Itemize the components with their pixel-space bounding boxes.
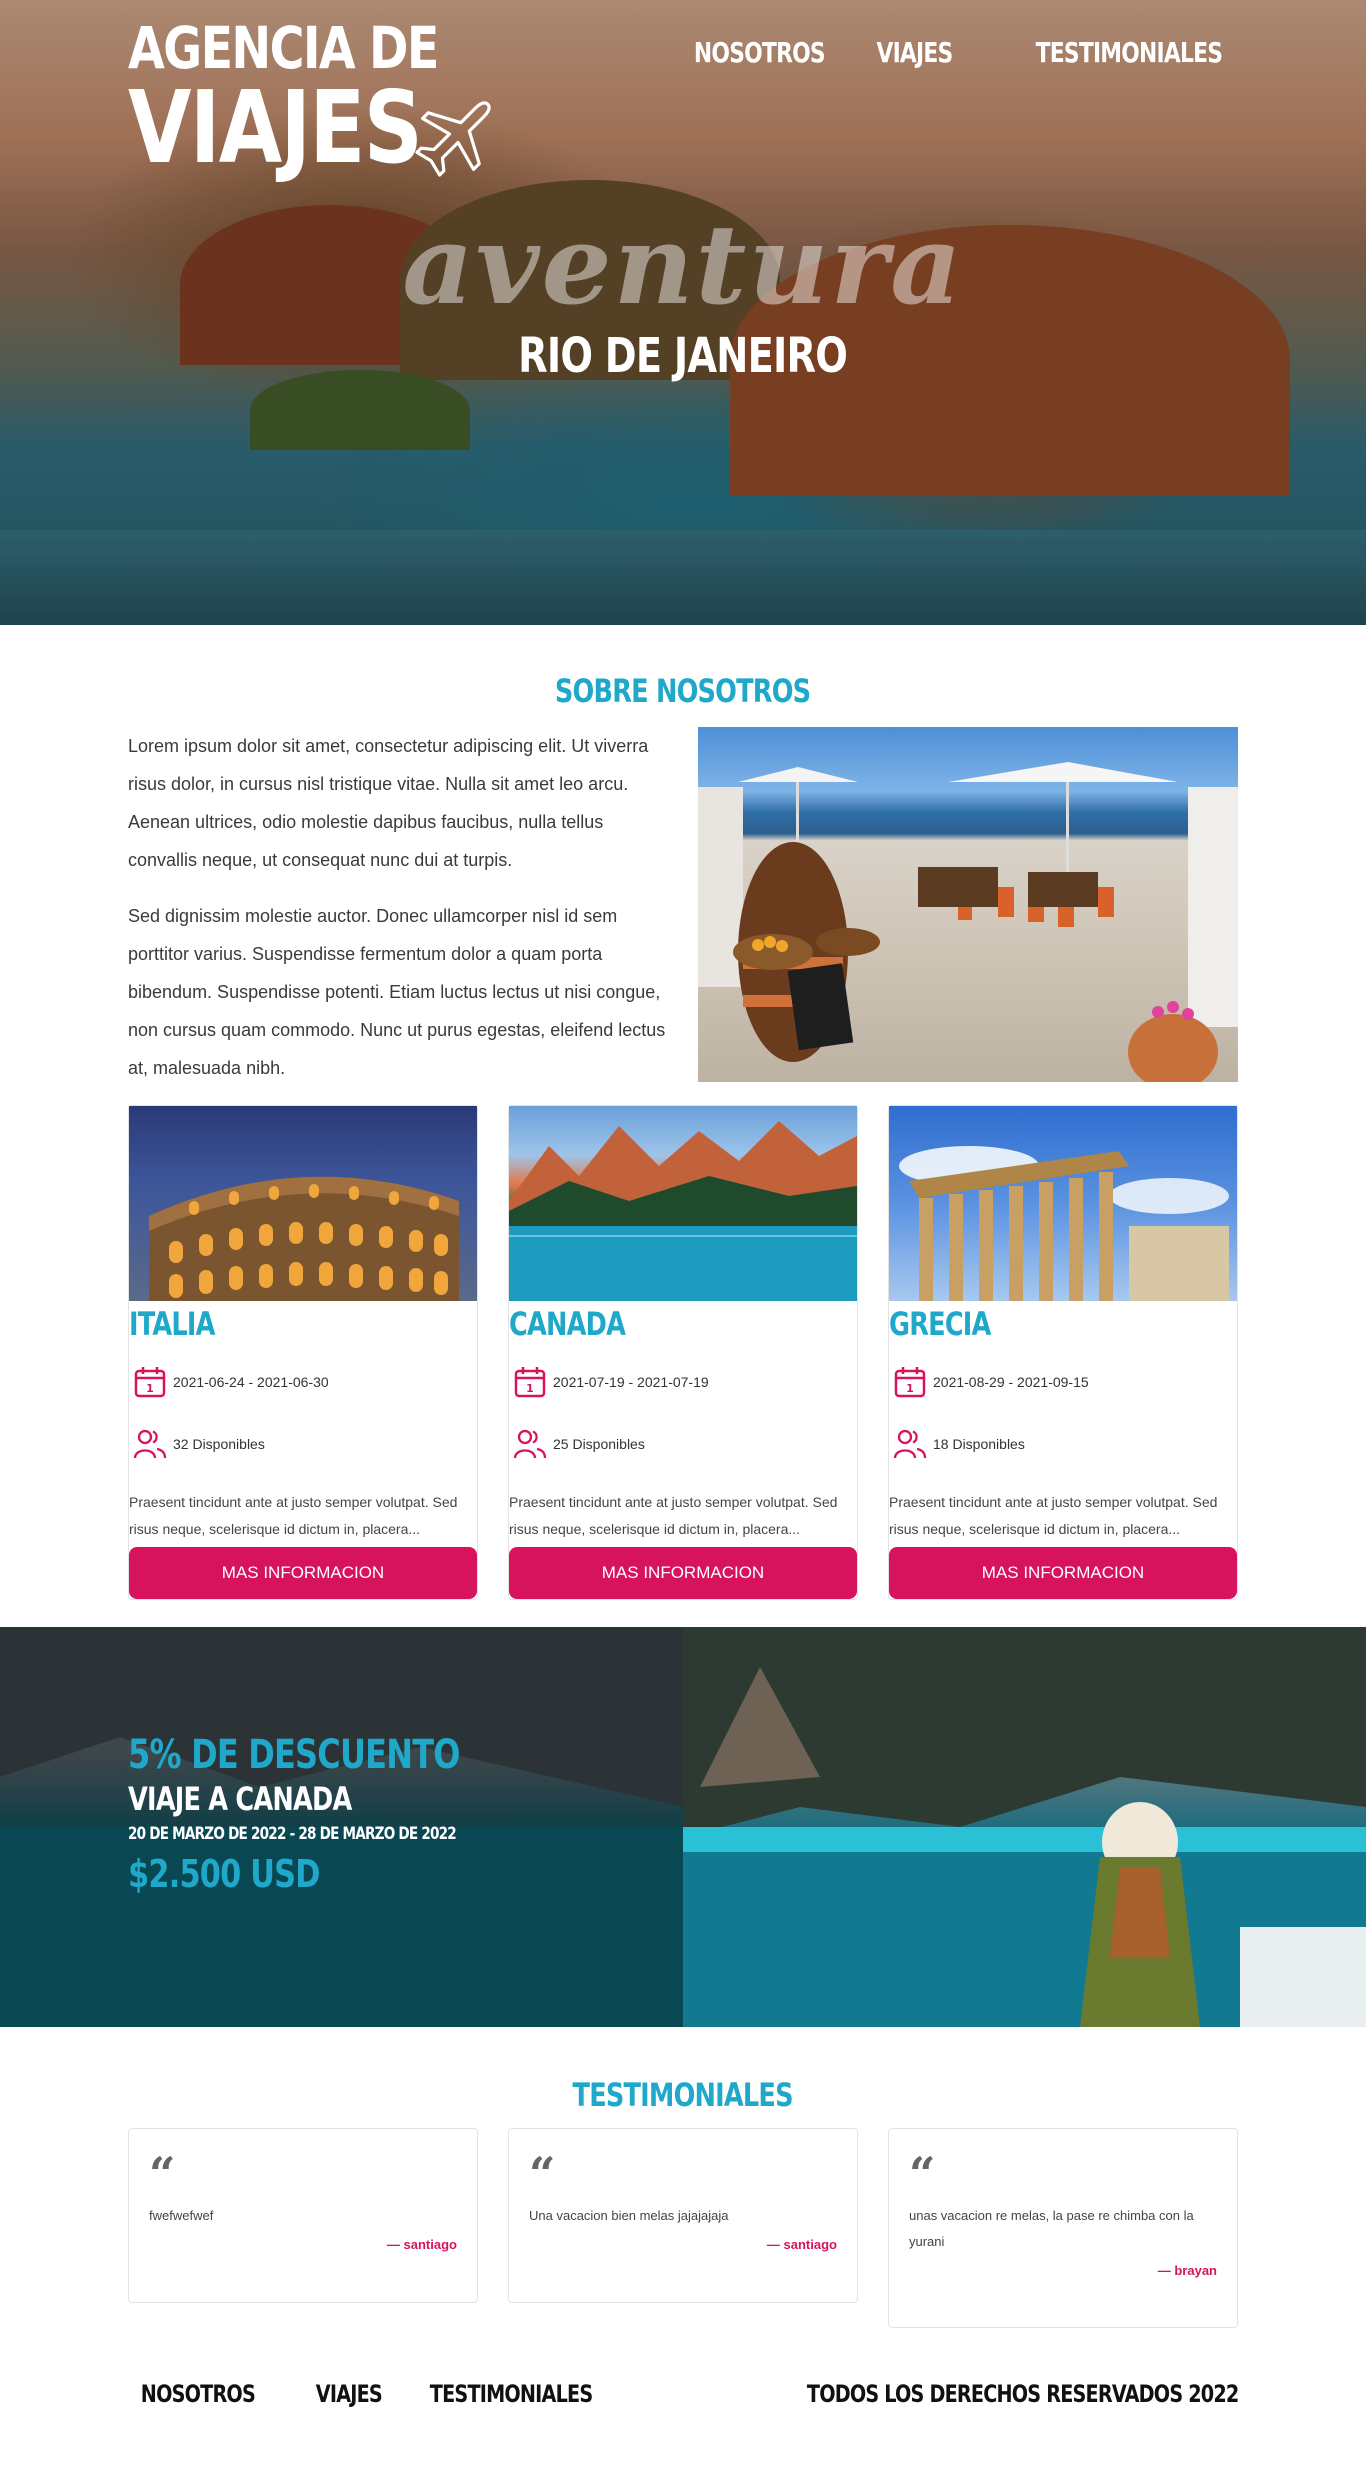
trip-cards: ITALIA 1 2021-06-24 - 2021-06-30 32 Disp… [128,1105,1238,1600]
svg-text:1: 1 [906,1382,914,1395]
trip-title-label: GRECIA [889,1305,991,1343]
footer-link-viajes[interactable]: VIAJES [303,2380,395,2408]
promo-price-label: $2.500 USD [128,1852,321,1896]
calendar-icon: 1 [514,1367,546,1398]
about-text: Lorem ipsum dolor sit amet, consectetur … [128,727,668,1087]
testimonial-author: — brayan [1157,2263,1217,2278]
hero-destination-label: RIO DE JANEIRO [518,328,848,384]
promo-dates-label: 20 DE MARZO DE 2022 - 28 DE MARZO DE 202… [128,1824,457,1844]
site-logo[interactable]: AGENCIA DE VIAJES [128,18,506,178]
trip-image-grecia [889,1106,1237,1301]
trip-availability: 32 Disponibles [129,1427,477,1461]
hero-script-text: aventura [402,200,964,329]
users-icon [893,1429,927,1459]
users-icon [133,1429,167,1459]
promo-banner: 5% DE DESCUENTO VIAJE A CANADA 20 DE MAR… [0,1627,1366,2027]
calendar-icon: 1 [134,1367,166,1398]
quote-icon: “ [529,2147,556,2201]
svg-text:1: 1 [146,1382,154,1395]
trip-availability-text: 32 Disponibles [173,1436,265,1452]
trip-title: CANADA [509,1305,857,1343]
promo-trip-label: VIAJE A CANADA [128,1780,352,1818]
lake-illustration [509,1121,857,1301]
quote-icon: “ [149,2147,176,2201]
trip-description: Praesent tincidunt ante at justo semper … [509,1494,838,1537]
trip-title-label: CANADA [509,1305,626,1343]
about-paragraph-2: Sed dignissim molestie auctor. Donec ull… [128,906,666,1078]
trip-availability: 25 Disponibles [509,1427,857,1461]
testimonial-message: unas vacacion re melas, la pase re chimb… [909,2208,1194,2249]
trip-availability-text: 18 Disponibles [933,1436,1025,1452]
trip-description: Praesent tincidunt ante at justo semper … [129,1494,458,1537]
users-icon [513,1429,547,1459]
nav-link-nosotros[interactable]: NOSOTROS [694,36,826,69]
trip-dates-text: 2021-08-29 - 2021-09-15 [933,1374,1089,1390]
testimonial-card: “ Una vacacion bien melas jajajajaja — s… [508,2128,858,2303]
airplane-icon [415,101,491,177]
testimonial-card: “ fwefwefwef — santiago [128,2128,478,2303]
testimonials-title: TESTIMONIALES [0,2076,1366,2114]
hero-header: AGENCIA DE VIAJES NOSOTROS VIAJES TESTIM… [0,0,1366,625]
hero-destination: RIO DE JANEIRO [0,328,1366,384]
quote-icon: “ [909,2147,936,2201]
testimonial-author: — santiago [766,2237,837,2252]
more-info-button[interactable]: MAS INFORMACION [129,1547,477,1599]
nav-link-viajes[interactable]: VIAJES [877,36,954,69]
trip-title: GRECIA [889,1305,1237,1343]
trip-dates-text: 2021-07-19 - 2021-07-19 [553,1374,709,1390]
parthenon-illustration [899,1146,1229,1301]
promo-text: 5% DE DESCUENTO VIAJE A CANADA 20 DE MAR… [128,1732,543,1896]
about-image [698,727,1238,1082]
colosseum-illustration [149,1176,459,1301]
promo-discount-label: 5% DE DESCUENTO [128,1732,460,1778]
more-info-button[interactable]: MAS INFORMACION [889,1547,1237,1599]
promo-dates: 20 DE MARZO DE 2022 - 28 DE MARZO DE 202… [128,1824,543,1844]
trip-image-canada [509,1106,857,1301]
trip-title-label: ITALIA [129,1305,215,1343]
footer-nav: NOSOTROS VIAJES TESTIMONIALES [128,2380,653,2408]
promo-trip: VIAJE A CANADA [128,1780,543,1818]
svg-text:1: 1 [526,1382,534,1395]
footer-link-nosotros[interactable]: NOSOTROS [128,2380,268,2408]
main-nav: NOSOTROS VIAJES TESTIMONIALES [657,36,1222,69]
testimonial-author: — santiago [386,2237,457,2252]
trip-card-italia: ITALIA 1 2021-06-24 - 2021-06-30 32 Disp… [128,1105,478,1600]
trip-title: ITALIA [129,1305,477,1343]
more-info-button[interactable]: MAS INFORMACION [509,1547,857,1599]
site-footer: NOSOTROS VIAJES TESTIMONIALES TODOS LOS … [128,2380,1239,2408]
trip-card-canada: CANADA 1 2021-07-19 - 2021-07-19 25 Disp… [508,1105,858,1600]
testimonial-message: Una vacacion bien melas jajajajaja [529,2208,729,2223]
trip-card-grecia: GRECIA 1 2021-08-29 - 2021-09-15 18 Disp… [888,1105,1238,1600]
trip-image-italia [129,1106,477,1301]
about-paragraph-1: Lorem ipsum dolor sit amet, consectetur … [128,736,649,870]
trip-availability: 18 Disponibles [889,1427,1237,1461]
terrace-illustration [698,762,1238,1082]
trip-availability-text: 25 Disponibles [553,1436,645,1452]
about-title: SOBRE NOSOTROS [0,672,1366,710]
trip-description: Praesent tincidunt ante at justo semper … [889,1494,1218,1537]
testimonial-card: “ unas vacacion re melas, la pase re chi… [888,2128,1238,2328]
copyright-text: TODOS LOS DERECHOS RESERVADOS 2022 [806,2380,1238,2408]
trip-dates: 1 2021-08-29 - 2021-09-15 [889,1365,1237,1399]
logo-line2: VIAJES [128,69,423,186]
calendar-icon: 1 [894,1367,926,1398]
trip-dates-text: 2021-06-24 - 2021-06-30 [173,1374,329,1390]
footer-link-testimoniales[interactable]: TESTIMONIALES [417,2380,605,2408]
trip-dates: 1 2021-06-24 - 2021-06-30 [129,1365,477,1399]
nav-link-testimoniales[interactable]: TESTIMONIALES [1035,36,1222,69]
promo-discount: 5% DE DESCUENTO [128,1732,543,1778]
testimonials-title-label: TESTIMONIALES [572,2076,794,2114]
trip-dates: 1 2021-07-19 - 2021-07-19 [509,1365,857,1399]
testimonial-list: “ fwefwefwef — santiago “ Una vacacion b… [128,2128,1238,2328]
about-title-label: SOBRE NOSOTROS [555,672,811,710]
promo-price: $2.500 USD [128,1852,543,1896]
testimonial-message: fwefwefwef [149,2208,214,2223]
